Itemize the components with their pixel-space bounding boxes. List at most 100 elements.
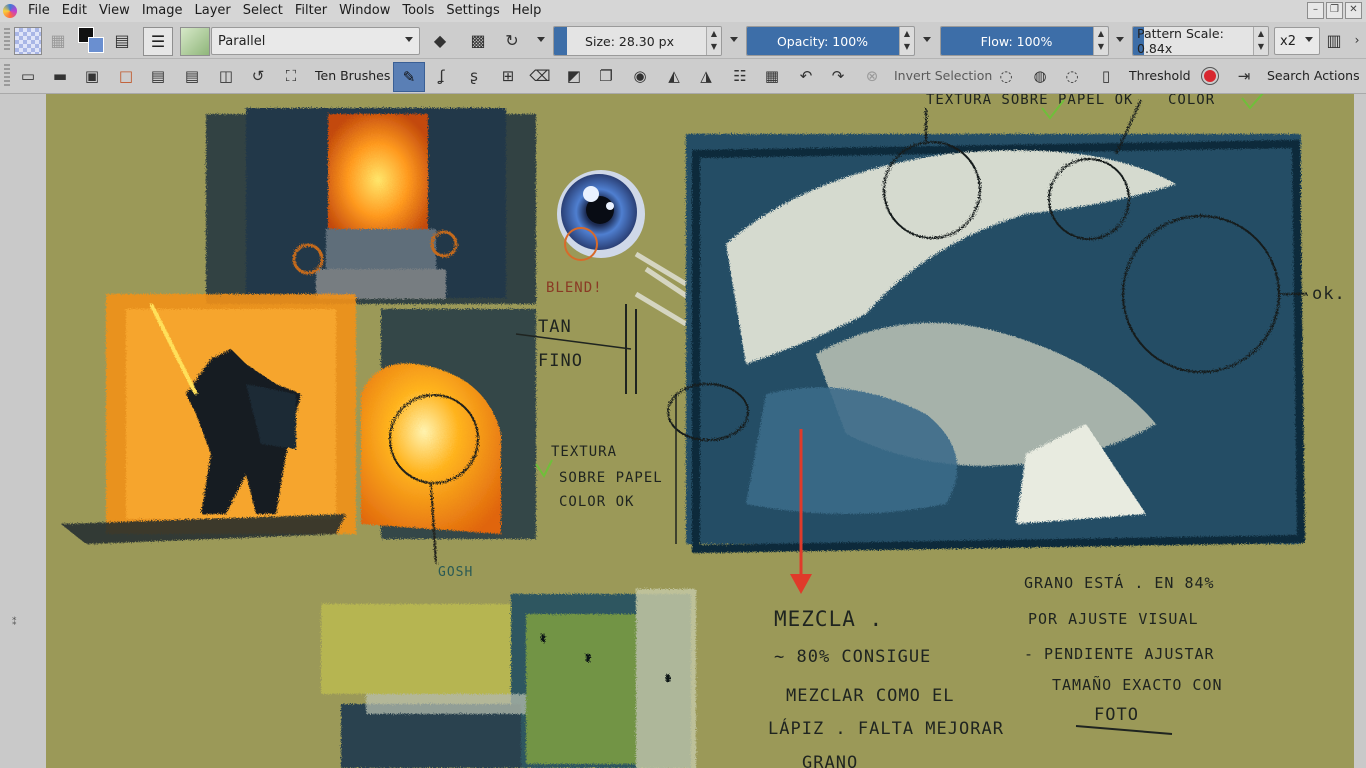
note-tan: TAN [538,317,572,337]
krita-logo-icon [3,4,17,18]
minimize-icon[interactable]: – [1307,2,1324,19]
freehand-brush-icon[interactable]: ✎ [393,62,425,92]
sketch-page: TEXTURA SOBRE PAPEL OK COLOR ok. BLEND! … [61,94,1345,768]
multiplier-value: x2 [1280,33,1296,49]
toolbar-grip[interactable] [4,64,10,88]
size-slider[interactable]: Size: 28.30 px ▲ ▼ [553,26,722,56]
brush-mode-select[interactable]: Parallel [211,27,420,55]
gradient-preset-icon[interactable] [14,27,42,55]
rotate-canvas-icon[interactable]: ↺ [246,64,270,88]
menu-filter[interactable]: Filter [289,0,333,22]
brush-set-label[interactable]: Ten Brushes [315,64,390,88]
record-icon[interactable] [1198,64,1222,88]
menu-edit[interactable]: Edit [56,0,93,22]
open-folder-icon[interactable]: ▬ [48,64,72,88]
chevron-right-icon[interactable]: › [1350,28,1364,52]
note-grano-4: TAMAÑO EXACTO CON [1052,675,1223,694]
chevron-down-icon[interactable] [730,37,738,42]
dock-handle-icon[interactable]: ⁑ [12,618,17,628]
chevron-down-icon[interactable] [537,37,545,42]
note-grano-3: - PENDIENTE AJUSTAR [1024,645,1215,663]
chevron-down-icon [405,37,413,42]
canvas-area[interactable]: TEXTURA SOBRE PAPEL OK COLOR ok. BLEND! … [46,94,1354,768]
document-icon[interactable]: ▯ [1094,64,1118,88]
new-document-icon[interactable]: ▭ [16,64,40,88]
crop-frame-icon[interactable]: □ [114,64,138,88]
menu-layer[interactable]: Layer [189,0,237,22]
brush-preset-icon[interactable] [180,27,210,56]
brush-settings-button[interactable]: ☰ [143,27,173,56]
transform-icon[interactable]: ◩ [562,64,586,88]
opacity-slider[interactable]: Opacity: 100% ▲ ▼ [746,26,915,56]
left-dock-strip: ⁑ [0,94,46,768]
pattern-scale-slider[interactable]: Pattern Scale: 0.84x ▲ ▼ [1132,26,1269,56]
shrink-selection-icon[interactable]: ◌ [1060,64,1084,88]
redo-icon[interactable]: ↷ [826,64,850,88]
toolbar-grip[interactable] [4,28,10,52]
curve-brush-icon[interactable]: ʆ [430,64,454,88]
note-color: COLOR [1168,94,1215,108]
menu-tools[interactable]: Tools [396,0,440,22]
export-icon[interactable]: ⇥ [1232,64,1256,88]
chevron-down-icon[interactable] [923,37,931,42]
buildings-sketch [321,589,696,768]
mirror-vertical-icon[interactable]: ◮ [694,64,718,88]
brush-mode-value: Parallel [218,33,266,49]
grow-selection-icon[interactable]: ◍ [1028,64,1052,88]
color-swatches-icon[interactable] [78,27,104,53]
chevron-down-icon[interactable] [1116,37,1124,42]
fullscreen-icon[interactable]: ⛶ [279,64,303,88]
save-icon[interactable]: ▣ [80,64,104,88]
search-actions-label[interactable]: Search Actions [1267,64,1360,88]
alpha-lock-icon[interactable]: ▩ [466,28,490,52]
opacity-spin-icon[interactable]: ▲ ▼ [899,27,914,55]
restore-icon[interactable]: ❐ [1326,2,1343,19]
menu-file[interactable]: File [22,0,56,22]
threshold-label[interactable]: Threshold [1129,64,1191,88]
flow-slider[interactable]: Flow: 100% ▲ ▼ [940,26,1109,56]
menu-select[interactable]: Select [237,0,289,22]
split-view-icon[interactable]: ◫ [214,64,238,88]
pattern-icon[interactable]: ▦ [46,28,70,52]
flow-spin-icon[interactable]: ▲ ▼ [1093,27,1108,55]
note-top: TEXTURA SOBRE PAPEL OK [926,94,1133,108]
canvas-icon[interactable]: ▤ [180,64,204,88]
menu-window[interactable]: Window [333,0,396,22]
eye-sketch [557,170,693,327]
menu-image[interactable]: Image [136,0,189,22]
layout-icon[interactable]: ▦ [760,64,784,88]
clear-icon[interactable]: ⌫ [528,64,552,88]
size-slider-label: Size: 28.30 px [585,33,674,49]
multiplier-select[interactable]: x2 [1274,27,1320,55]
note-mezcla-5: GRANO [802,753,858,768]
docker-icon[interactable]: ▥ [1322,28,1346,52]
landscape-sketch [667,99,1308,554]
menu-settings[interactable]: Settings [440,0,505,22]
close-icon[interactable]: ✕ [1345,2,1362,19]
note-blend: BLEND! [546,280,603,296]
select-all-icon[interactable]: ◌ [994,64,1018,88]
invert-selection-label[interactable]: Invert Selection [894,64,992,88]
brush-settings-icon: ☰ [150,32,166,51]
undo-icon[interactable]: ↶ [794,64,818,88]
chevron-down-icon [1305,37,1313,42]
pattern-scale-label: Pattern Scale: 0.84x [1137,26,1224,56]
multibrush-icon[interactable]: ⊞ [496,64,520,88]
pattern-spin-icon[interactable]: ▲ ▼ [1253,27,1268,55]
menu-help[interactable]: Help [506,0,548,22]
eraser-icon[interactable]: ◆ [428,28,452,52]
reload-preset-icon[interactable]: ↻ [500,28,524,52]
eye-icon[interactable]: ◉ [628,64,652,88]
note-mezcla-2: ~ 80% CONSIGUE [774,647,931,667]
deselect-icon[interactable]: ⊗ [860,64,884,88]
note-fino: FINO [538,351,583,371]
layers-icon[interactable]: ☷ [728,64,752,88]
dynamic-brush-icon[interactable]: ʂ [462,64,486,88]
size-spin-icon[interactable]: ▲ ▼ [706,27,721,55]
workspace-icon[interactable]: ▤ [110,28,134,52]
menu-view[interactable]: View [93,0,136,22]
mirror-horizontal-icon[interactable]: ◭ [662,64,686,88]
duplicate-layer-icon[interactable]: ❐ [594,64,618,88]
layer-properties-icon[interactable]: ▤ [146,64,170,88]
dome-sketch [361,309,536,565]
